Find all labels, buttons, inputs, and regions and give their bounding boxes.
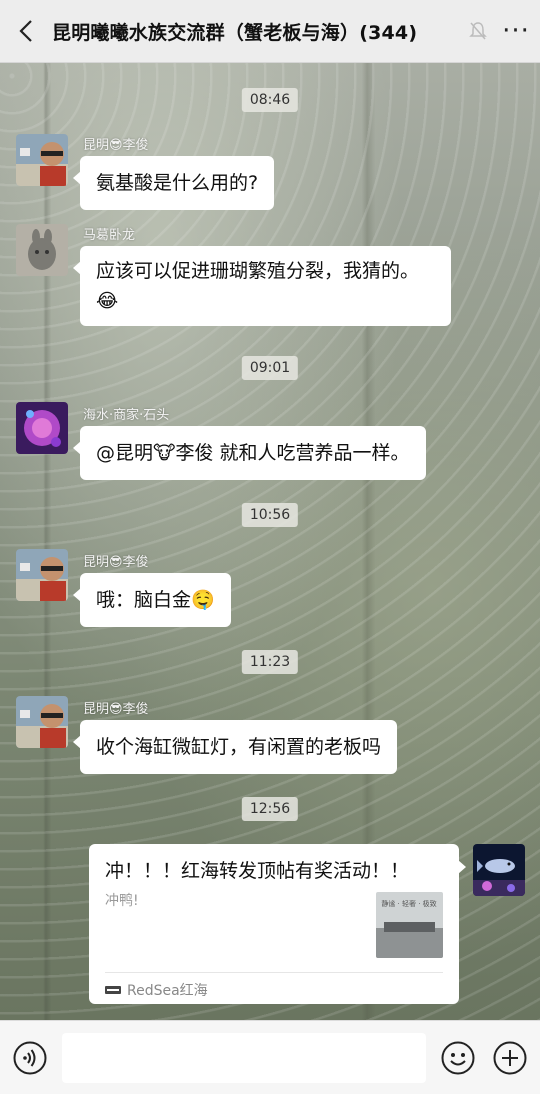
sender-name: 昆明😎李俊: [83, 702, 149, 717]
timestamp: 12:56: [241, 797, 299, 821]
message-bubble[interactable]: 氨基酸是什么用的?: [72, 156, 275, 210]
card-title: 冲！！！红海转发顶帖有奖活动！！: [105, 860, 410, 882]
card-description: 冲鸭!: [105, 893, 139, 909]
chevron-left-icon: [19, 20, 32, 42]
voice-icon[interactable]: [13, 1041, 47, 1075]
avatar[interactable]: [16, 696, 68, 748]
emoji-icon[interactable]: [441, 1041, 475, 1075]
message-text: 应该可以促进珊瑚繁殖分裂，我猜的。: [96, 260, 420, 282]
timestamp: 08:46: [241, 88, 299, 112]
message-text: 氨基酸是什么用的?: [96, 172, 259, 194]
card-source: RedSea红海: [105, 980, 208, 1000]
message-bubble[interactable]: 收个海缸微缸灯，有闲置的老板吗: [72, 720, 398, 774]
message-bubble[interactable]: 应该可以促进珊瑚繁殖分裂，我猜的。 😂: [73, 246, 451, 326]
message-bubble[interactable]: 哦：脑白金🤤: [73, 573, 231, 627]
avatar[interactable]: [16, 224, 68, 276]
message-input[interactable]: [62, 1033, 426, 1083]
divider: [105, 972, 443, 973]
muted-bell-icon: [464, 21, 492, 41]
redsea-logo-icon: [105, 986, 121, 994]
message-bubble[interactable]: @昆明🐮李俊 就和人吃营养品一样。: [73, 426, 426, 480]
emoji-crying-laughing: 😂: [96, 290, 119, 312]
avatar[interactable]: [16, 549, 68, 601]
chat-header: 昆明曦曦水族交流群（蟹老板与海）(344) ···: [0, 0, 540, 63]
message-text: 收个海缸微缸灯，有闲置的老板吗: [96, 736, 382, 758]
card-thumbnail: 静谧 · 轻奢 · 极致: [376, 892, 443, 958]
card-source-label: RedSea红海: [127, 983, 208, 999]
back-button[interactable]: [0, 0, 52, 62]
timestamp: 10:56: [241, 503, 299, 527]
sender-name: 昆明😎李俊: [83, 555, 149, 570]
timestamp: 09:01: [241, 356, 299, 380]
avatar[interactable]: [473, 844, 525, 896]
timestamp: 11:23: [241, 650, 299, 674]
avatar[interactable]: [16, 134, 68, 186]
message-text: 哦：脑白金🤤: [96, 589, 215, 611]
sender-name: 海水·商家·石头: [83, 408, 170, 423]
message-list[interactable]: 08:46 昆明😎李俊 氨基酸是什么用的? 马葛卧龙 应该可以促进珊瑚繁殖分裂，…: [0, 62, 540, 1020]
input-bar: [0, 1020, 540, 1094]
sender-name: 昆明😎李俊: [83, 138, 149, 153]
shared-link-card[interactable]: 冲！！！红海转发顶帖有奖活动！！ 冲鸭! 静谧 · 轻奢 · 极致 RedSea…: [89, 844, 466, 1004]
avatar[interactable]: [16, 402, 68, 454]
plus-icon[interactable]: [493, 1041, 527, 1075]
sender-name: 马葛卧龙: [83, 228, 136, 243]
thumb-caption: 静谧 · 轻奢 · 极致: [381, 899, 436, 908]
chat-title: 昆明曦曦水族交流群（蟹老板与海）(344): [52, 21, 418, 44]
more-button[interactable]: ···: [492, 16, 540, 46]
message-text: @昆明🐮李俊 就和人吃营养品一样。: [96, 442, 410, 464]
